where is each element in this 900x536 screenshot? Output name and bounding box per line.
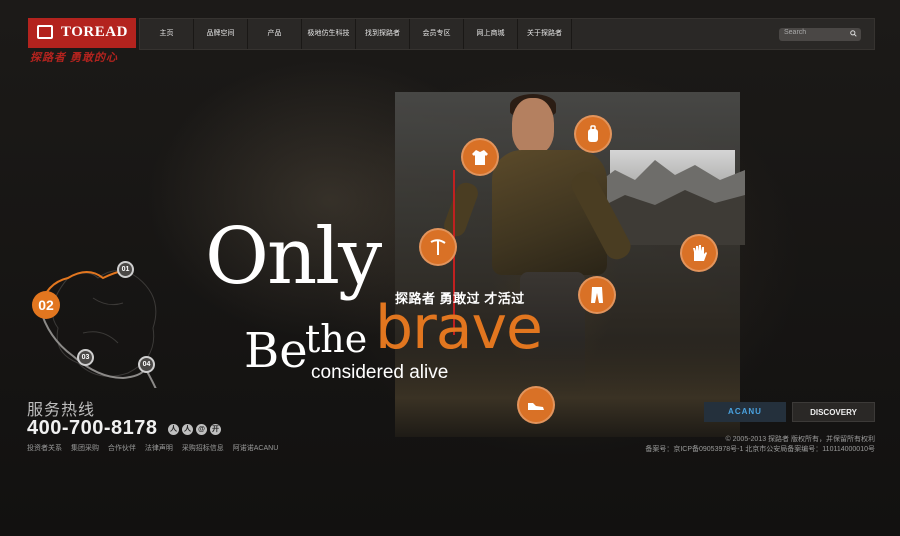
nav-item-about[interactable]: 关于探路者	[518, 19, 572, 49]
toread-mark-icon	[37, 25, 53, 39]
renren-icon[interactable]: 人	[168, 424, 179, 435]
discovery-button[interactable]: DISCOVERY	[792, 402, 875, 422]
nav-item-find-store[interactable]: 找到探路者	[356, 19, 410, 49]
search-icon[interactable]	[850, 30, 857, 37]
main-nav: 主页 品牌空间 产品 极地仿生科技 找到探路者 会员专区 网上商城 关于探路者	[139, 18, 875, 50]
nav-item-brand-space[interactable]: 品牌空间	[194, 19, 248, 49]
pants-icon[interactable]	[578, 276, 616, 314]
headline-only: Only	[205, 212, 382, 302]
copyright-text: © 2005-2013 探路者 版权所有，并保留所有权利	[725, 436, 875, 443]
nav-item-online-store[interactable]: 网上商城	[464, 19, 518, 49]
footer-link-investors[interactable]: 投资者关系	[27, 445, 62, 452]
headline-be: Be	[244, 323, 308, 379]
open-icon[interactable]: 开	[210, 424, 221, 435]
hotline-number: 400-700-8178	[27, 417, 158, 439]
acanu-button[interactable]: ACANU	[704, 402, 786, 422]
footer-links: 投资者关系 集团采购 合作伙伴 法律声明 采购招标信息 阿诺诺ACANU	[27, 443, 285, 453]
headline-considered-alive: considered alive	[311, 362, 449, 383]
search-placeholder: Search	[784, 29, 807, 36]
nav-item-home[interactable]: 主页	[140, 19, 194, 49]
shoe-icon[interactable]	[517, 386, 555, 424]
kaixin-icon[interactable]: 人	[182, 424, 193, 435]
nav-item-products[interactable]: 产品	[248, 19, 302, 49]
icp-record-text: 备案号：京ICP备09053978号-1 北京市公安局备案编号：11011400…	[645, 446, 875, 453]
footer-link-legal[interactable]: 法律声明	[145, 445, 173, 452]
hiker-head	[512, 98, 554, 154]
ice-axe-icon[interactable]	[419, 228, 457, 266]
map-marker-01[interactable]: 01	[117, 261, 134, 278]
nav-item-members[interactable]: 会员专区	[410, 19, 464, 49]
footer-link-tender[interactable]: 采购招标信息	[182, 445, 224, 452]
map-marker-03[interactable]: 03	[77, 349, 94, 366]
footer-link-acanu[interactable]: 阿诺诺ACANU	[233, 445, 279, 452]
headline-brave: brave	[375, 293, 543, 363]
jacket-icon[interactable]	[461, 138, 499, 176]
headline-the: the	[305, 317, 368, 361]
footer-link-partners[interactable]: 合作伙伴	[108, 445, 136, 452]
search-input[interactable]: Search	[779, 28, 861, 41]
weibo-icon[interactable]: @	[196, 424, 207, 435]
map-marker-04[interactable]: 04	[138, 356, 155, 373]
brand-slogan: 探路者 勇敢的心	[30, 52, 119, 64]
glove-icon[interactable]	[680, 234, 718, 272]
toread-logo[interactable]: TOREAD	[28, 18, 136, 48]
nav-item-polar-tech[interactable]: 极地仿生科技	[302, 19, 356, 49]
footer-link-group-purchase[interactable]: 集团采购	[71, 445, 99, 452]
map-marker-02-active[interactable]: 02	[32, 291, 60, 319]
backpack-icon[interactable]	[574, 115, 612, 153]
logo-text: TOREAD	[61, 24, 128, 40]
